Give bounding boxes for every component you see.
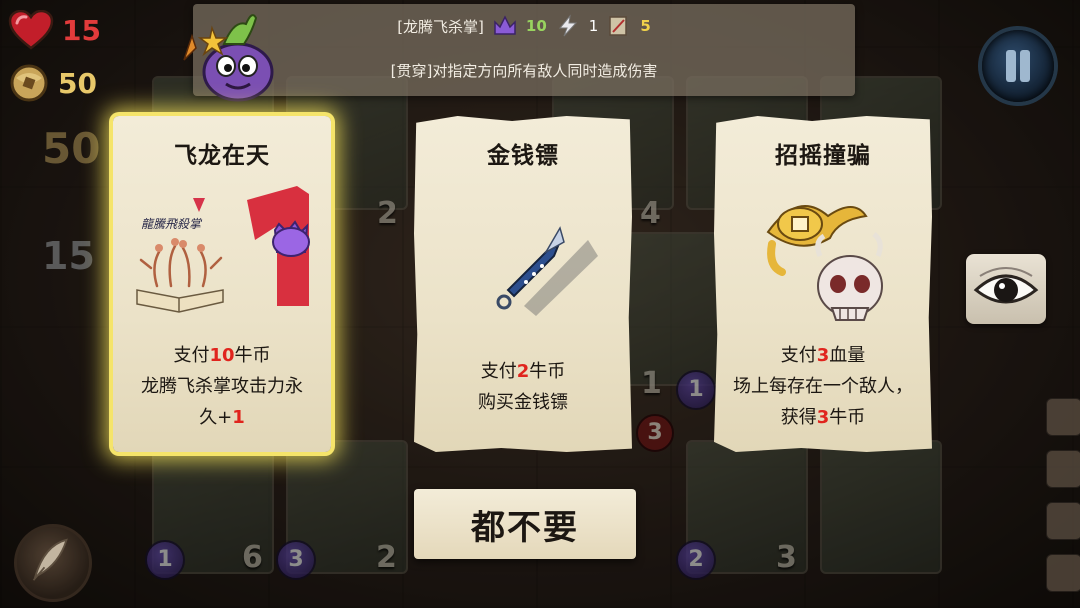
side-health-value: 15 [42,234,95,278]
eggplant-mascot-icon [183,14,274,102]
energy-count: 1 [588,17,599,35]
card-desc-line: 购买金钱镖 [478,392,568,413]
card-desc-line: 场上每存在一个敌人， [733,376,913,397]
effect-value: 1 [232,407,245,428]
health-display: 15 [8,10,101,50]
cost-prefix: 支付 [173,345,210,366]
card-description: 支付3血量 场上每存在一个敌人， 获得3牛币 [722,340,924,433]
cost-value: 10 [209,345,235,366]
choice-card-fly-dragon[interactable]: 飞龙在天 龍騰飛殺掌 支付10牛币 龙腾飞杀掌攻击力永 久+1 [113,116,331,452]
card-desc-line: 获得3牛币 [722,402,924,433]
kungfu-manual-icon: 龍騰飛殺掌 [136,186,310,313]
cost-suffix: 血量 [829,345,866,366]
scroll-count: 5 [640,17,651,35]
quill-icon [32,538,68,581]
energy-icon [558,14,577,37]
choice-card-money-dart[interactable]: 金钱镖 支付2牛币 购买金钱镖 [414,116,632,452]
card-description: 支付10牛币 龙腾飞杀掌攻击力永 久+1 [121,340,323,433]
view-board-button[interactable] [966,254,1046,324]
cost-value: 3 [816,345,830,366]
skill-info-bar: [龙腾飞杀掌] 10 1 5 [贯穿]对指定方向所有敌人同时造成伤害 [193,4,855,96]
scroll-icon [609,16,628,36]
side-skill-button[interactable] [1046,502,1080,540]
cost-suffix: 牛币 [529,361,566,382]
skill-name: [龙腾飞杀掌] [397,17,484,36]
pause-icon [1006,50,1016,82]
gem-count: 10 [525,17,547,35]
card-art-text: 龍騰飛殺掌 [141,217,203,231]
cost-value: 2 [516,361,530,382]
reward-prefix: 获得 [780,407,817,428]
card-description: 支付2牛币 购买金钱镖 [422,356,624,418]
card-title: 金钱镖 [487,143,559,169]
eye-icon [973,267,1039,304]
card-desc-line: 支付2牛币 [422,356,624,387]
side-skill-button[interactable] [1046,398,1080,436]
cost-prefix: 支付 [780,345,817,366]
card-desc-line: 龙腾飞杀掌攻击力永 [141,376,303,397]
card-desc-line: 支付3血量 [722,340,924,371]
side-coin-value: 50 [42,124,101,173]
kunai-dart-icon [496,226,598,316]
skip-all-button[interactable]: 都不要 [414,489,636,559]
card-desc-line: 久+1 [121,402,323,433]
skill-description: [贯穿]对指定方向所有敌人同时造成伤害 [390,62,658,80]
purple-gem-icon [494,15,516,35]
side-skill-button[interactable] [1046,554,1080,592]
card-title: 飞龙在天 [174,143,270,169]
pause-icon [1020,50,1030,82]
choice-card-swindle[interactable]: 招摇撞骗 支付3血量 场上每存在一个敌人， 获得3牛币 [714,116,932,452]
pause-button[interactable] [982,30,1054,102]
side-skill-button[interactable] [1046,450,1080,488]
effect-prefix: 久+ [199,407,233,428]
card-title: 招摇撞骗 [775,143,871,169]
coin-icon [10,64,48,102]
heart-icon [8,10,54,50]
coin-display: 50 [8,62,97,104]
reward-value: 3 [816,407,830,428]
health-value: 15 [62,13,101,47]
skill-stats-row: [龙腾飞杀掌] 10 1 5 [193,12,855,40]
cost-suffix: 牛币 [234,345,271,366]
coin-skull-icon [766,205,883,321]
coin-value: 50 [58,66,97,100]
card-desc-line: 支付10牛币 [121,340,323,371]
cost-prefix: 支付 [480,361,517,382]
reward-suffix: 牛币 [829,407,866,428]
quill-button[interactable] [14,524,92,602]
